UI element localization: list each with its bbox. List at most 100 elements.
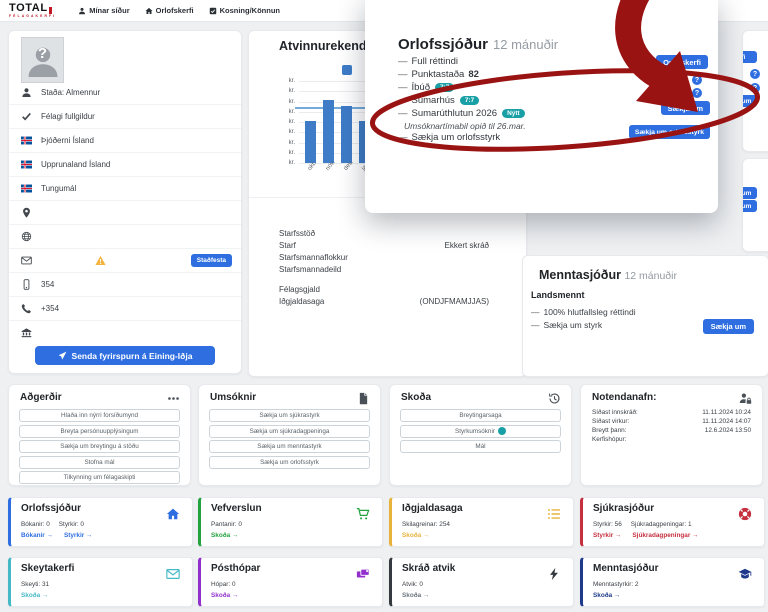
nav-item-label: Orlofskerfi	[156, 6, 194, 15]
action-button[interactable]: Mál	[400, 440, 561, 453]
profile-row: Félagi fullgildur	[9, 104, 241, 128]
detail-row: StarfEkkert skráð	[279, 241, 489, 253]
popup-row: —Sumarhús7:7	[398, 94, 628, 107]
stat-link[interactable]: Skoða →	[402, 532, 429, 539]
action-button[interactable]: Sækja um sjúkradagpeninga	[209, 425, 370, 438]
verify-email-button[interactable]: Staðfesta	[191, 254, 232, 267]
stat-card-title: Skráð atvik	[402, 563, 455, 574]
stat-link[interactable]: Skoða →	[593, 592, 620, 599]
detail-row: Starfsmannaflokkur	[279, 253, 489, 265]
user-card: Notendanafn: Síðast innskráð:11.11.2024 …	[580, 384, 763, 486]
stat-card-title: Menntasjóður	[593, 563, 659, 574]
stat-pair: Styrkir: 56	[593, 521, 622, 528]
profile-row-text: Staða: Almennur	[41, 88, 100, 97]
action-card-1: UmsóknirSækja um sjúkrastyrkSækja um sjú…	[198, 384, 381, 486]
stat-link[interactable]: Skoða →	[211, 592, 238, 599]
chart-y-tick: kr.	[277, 99, 295, 105]
stat-card-title: Pósthópar	[211, 563, 260, 574]
action-button[interactable]: Sækja um breytingu á stöðu	[19, 440, 180, 453]
stat-links: Skoða →	[211, 532, 249, 539]
stat-pair: Sjúkradagpeningar: 1	[631, 521, 692, 528]
detail-label: Félagsgjald	[279, 285, 320, 297]
action-card-2: SkoðaBreytingarsagaStyrkumsóknirMál	[389, 384, 572, 486]
detail-label: Iðgjaldasaga	[279, 297, 324, 309]
menntasjodur-subtitle: 12 mánuðir	[624, 270, 677, 282]
action-button[interactable]: Sækja um menntastyrk	[209, 440, 370, 453]
stat-card-i-gjaldasaga: IðgjaldasagaSkilagreinar: 254Skoða →	[389, 497, 574, 547]
stat-card-skeytakerfi: SkeytakerfiSkeyti: 31Skoða →	[8, 557, 193, 607]
lightning-icon	[547, 567, 561, 581]
apply-button[interactable]: Sækja um	[742, 95, 757, 107]
action-button[interactable]: Sækja um sjúkrastyrk	[209, 409, 370, 422]
action-button-label: Sækja um menntastyrk	[257, 443, 321, 450]
flag-iceland-icon	[21, 135, 32, 146]
action-button[interactable]: Stofna mál	[19, 456, 180, 469]
stat-card-title: Vefverslun	[211, 503, 262, 514]
help-icon[interactable]: ?	[692, 75, 702, 85]
lifebuoy-icon	[738, 507, 752, 521]
action-button[interactable]: Breytingarsaga	[400, 409, 561, 422]
stat-link[interactable]: Skoða →	[211, 532, 238, 539]
holiday-grant-apply-button[interactable]: Sækja um orlofsstyrk	[629, 125, 710, 139]
stat-link[interactable]: Bókanir →	[21, 532, 53, 539]
nav-item-minar-sidur[interactable]: Mínar síður	[78, 6, 129, 15]
user-row-label: Síðast virkur:	[592, 418, 629, 427]
detail-row: Félagsgjald	[279, 285, 489, 297]
nav-item-orlofskerfi[interactable]: Orlofskerfi	[145, 6, 194, 15]
orlofskerfi-button[interactable]: Orlofskerfi	[742, 51, 757, 63]
location-pin-icon	[21, 207, 32, 218]
menntasjodur-apply-button[interactable]: Sækja um	[703, 319, 754, 334]
check-square-icon	[209, 7, 217, 15]
stat-link[interactable]: Styrkir →	[64, 532, 92, 539]
stat-pair: Bókanir: 0	[21, 521, 50, 528]
action-button-label: Sækja um sjúkradagpeninga	[250, 428, 330, 435]
profile-row-text: Tungumál	[41, 184, 76, 193]
action-button[interactable]: Sækja um orlofsstyrk	[209, 456, 370, 469]
avatar[interactable]: ?	[21, 37, 64, 83]
stat-card-orlofssj-ur: OrlofssjóðurBókanir: 0Styrkir: 0Bókanir …	[8, 497, 193, 547]
dash: —	[398, 56, 408, 67]
action-button[interactable]: Hlaða inn nýrri forsíðumynd	[19, 409, 180, 422]
summer-allocation-apply-button[interactable]: Sækja um	[661, 101, 710, 115]
apply-button[interactable]: Sækja um	[742, 200, 757, 212]
profile-row: +354	[9, 296, 241, 320]
chart-y-tick: kr.	[277, 129, 295, 135]
stat-link[interactable]: Skoða →	[21, 592, 48, 599]
profile-row: Staða: Almennur	[9, 81, 241, 104]
action-button-label: Stofna mál	[84, 459, 114, 466]
stat-values: Skeyti: 31	[21, 581, 58, 588]
action-button[interactable]: Styrkumsóknir	[400, 425, 561, 438]
file-icon	[357, 392, 370, 405]
stat-card-sj-krasj-ur: SjúkrasjóðurStyrkir: 56Sjúkradagpeningar…	[580, 497, 765, 547]
popup-row: —Punktastaða82	[398, 68, 628, 81]
detail-label: Starfsstöð	[279, 229, 315, 241]
send-inquiry-button[interactable]: Senda fyrirspurn á Eining-Iðja	[35, 346, 215, 365]
stat-link[interactable]: Sjúkradagpeningar →	[632, 532, 698, 539]
home-icon	[166, 507, 180, 521]
stat-links: Skoða →	[593, 592, 631, 599]
stat-links: Styrkir → Sjúkradagpeningar →	[593, 532, 709, 539]
user-row: Kerfishópur:	[592, 436, 751, 445]
stat-card-p-sth-par: PósthóparHópar: 0Skoða →	[198, 557, 383, 607]
menntasjodur-card: Menntasjóður 12 mánuðir Landsmennt —100%…	[522, 255, 768, 377]
help-icon[interactable]: ?	[750, 69, 760, 79]
detail-value: (ONDJFMAMJJAS)	[420, 297, 489, 309]
action-button[interactable]: Tilkynning um félagaskipti	[19, 471, 180, 484]
stat-pair: Skeyti: 31	[21, 581, 49, 588]
help-icon[interactable]: ?	[692, 88, 702, 98]
action-button[interactable]: Breyta persónuupplýsingum	[19, 425, 180, 438]
popup-row: —Full réttindi	[398, 55, 628, 68]
badge: 7:7	[460, 96, 479, 105]
nav-item-kosning-konnun[interactable]: Kosning/Könnun	[209, 6, 280, 15]
orlofskerfi-button[interactable]: Orlofskerfi	[656, 55, 708, 69]
stat-card-title: Iðgjaldasaga	[402, 503, 463, 514]
app-logo[interactable]: TOTAL FÉLAGAKERFI	[9, 3, 56, 18]
action-buttons: Sækja um sjúkrastyrk Sækja um sjúkradagpe…	[209, 409, 370, 471]
stat-link[interactable]: Skoða →	[402, 592, 429, 599]
stat-link[interactable]: Styrkir →	[593, 532, 621, 539]
dash: —	[398, 108, 408, 119]
avatar-placeholder-glyph: ?	[38, 45, 47, 62]
help-icon[interactable]: ?	[750, 83, 760, 93]
globe-icon	[21, 231, 32, 242]
apply-button[interactable]: Sækja um	[742, 187, 757, 199]
